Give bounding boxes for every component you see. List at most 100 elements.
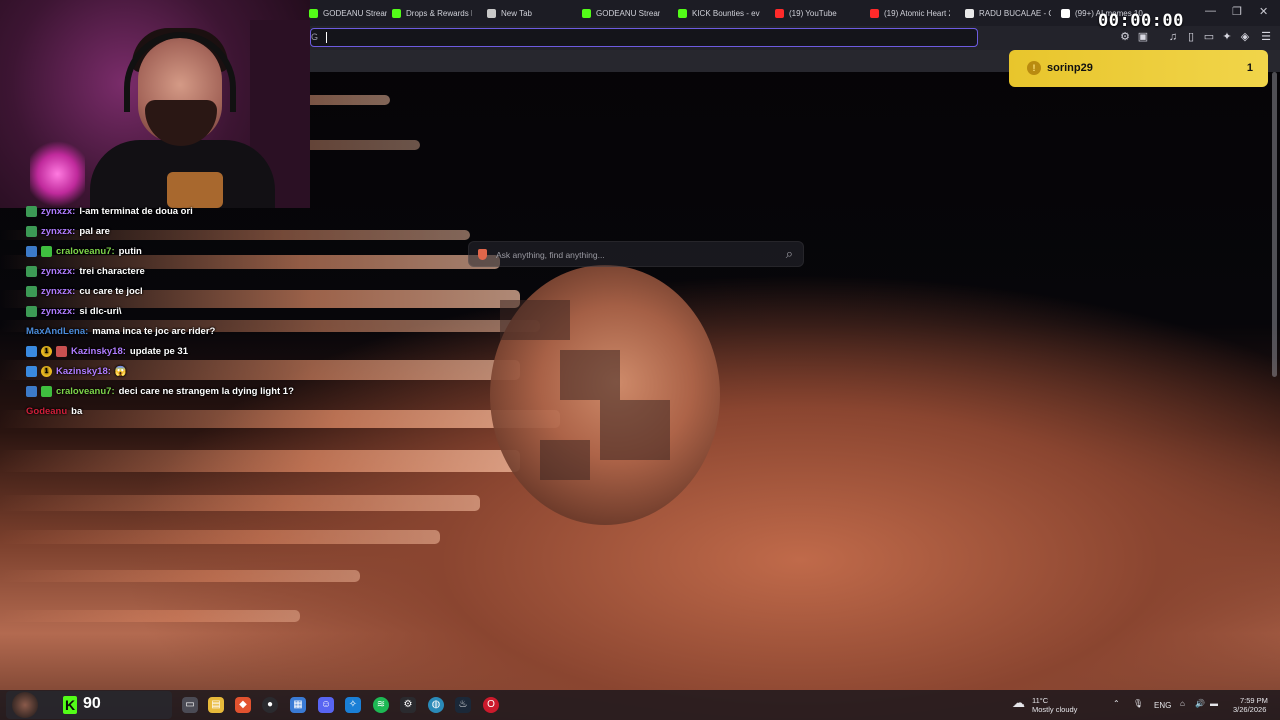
chat-message: zynxzx: cu care te jocl — [26, 281, 326, 301]
chat-text: ba — [71, 405, 83, 417]
chat-text: pal are — [79, 225, 110, 237]
volume-icon[interactable]: 🔊 — [1195, 699, 1205, 708]
youtube-icon — [775, 8, 784, 18]
chat-badge-icon — [26, 305, 37, 317]
viewer-alert-notification: ! sorinp29 1 — [1009, 50, 1268, 87]
brave-shield-icon — [487, 8, 496, 18]
leo-ai-icon[interactable]: ✦ — [1220, 30, 1234, 44]
file-explorer-icon[interactable]: ▤ — [208, 697, 224, 713]
chat-text: 😱 — [114, 365, 127, 377]
scrollbar[interactable] — [1272, 72, 1277, 377]
media-icon[interactable]: ♫ — [1166, 30, 1180, 44]
weather-temperature: 11°C — [1032, 696, 1049, 705]
chat-badge-icon — [41, 245, 52, 257]
chat-badge-icon — [26, 245, 37, 257]
screenshot-icon[interactable]: ▣ — [1136, 30, 1150, 44]
microphone-icon[interactable]: 🎙 — [1133, 699, 1143, 708]
browser-tab[interactable]: GODEANU Stream — [582, 0, 660, 26]
chat-badge-icon — [26, 285, 37, 297]
new-tab-search-box[interactable]: Ask anything, find anything... ⌕ — [468, 241, 804, 267]
chat-badge-icon: 1 — [41, 345, 52, 357]
extensions-icon[interactable]: ⚙ — [1118, 30, 1132, 44]
browser-tab[interactable]: Drops & Rewards I — [392, 0, 472, 26]
chevron-up-icon[interactable]: ⌃ — [1113, 699, 1120, 708]
weather-icon[interactable]: ☁ — [1012, 695, 1025, 711]
browser-tab[interactable]: KICK Bounties - eve — [678, 0, 760, 26]
chat-text: mama inca te joc arc rider? — [92, 325, 216, 337]
obs-icon[interactable]: ● — [262, 697, 278, 713]
chat-message: Godeanu ba — [26, 401, 326, 421]
chat-username[interactable]: zynxzx: — [41, 286, 75, 297]
youtube-icon — [870, 8, 879, 18]
tab-label: KICK Bounties - eve — [692, 8, 760, 18]
battlenet-icon[interactable]: ✧ — [345, 697, 361, 713]
tab-label: RADU BUCALAE - C — [979, 8, 1051, 18]
text-cursor — [326, 32, 327, 43]
network-icon[interactable]: ⌂ — [1180, 699, 1185, 708]
kick-icon — [678, 8, 687, 18]
chat-username[interactable]: Godeanu — [26, 406, 67, 417]
browser-tab[interactable]: (19) Atomic Heart 2 — [870, 0, 950, 26]
kick-icon — [309, 8, 318, 18]
chat-username[interactable]: Kazinsky18: — [71, 346, 126, 357]
chat-username[interactable]: zynxzx: — [41, 306, 75, 317]
chat-badge-icon — [26, 385, 37, 397]
clock-time[interactable]: 7:59 PM — [1240, 696, 1268, 705]
browser-tab[interactable]: GODEANU Stream — [309, 0, 387, 26]
chat-username[interactable]: zynxzx: — [41, 266, 75, 277]
chat-badge-icon — [26, 345, 37, 357]
chat-username[interactable]: Kazinsky18: — [56, 366, 111, 377]
chat-badge-icon — [26, 225, 37, 237]
store-icon[interactable]: ▦ — [290, 697, 306, 713]
vpn-icon[interactable]: ◍ — [428, 697, 444, 713]
chat-text: deci care ne strangem la dying light 1? — [118, 385, 294, 397]
chat-username[interactable]: zynxzx: — [41, 206, 75, 217]
wallet-icon[interactable]: ▭ — [1202, 30, 1216, 44]
browser-tab[interactable]: (19) YouTube — [775, 0, 849, 26]
tab-label: GODEANU Stream — [596, 8, 660, 18]
chat-overlay: zynxzx: l-am terminat de doua ori zynxzx: p… — [26, 201, 326, 421]
close-icon[interactable]: ✕ — [1259, 5, 1268, 18]
chat-message: zynxzx: l-am terminat de doua ori — [26, 201, 326, 221]
search-icon[interactable]: ⌕ — [786, 246, 793, 262]
webcam-overlay — [0, 0, 310, 208]
task-view-icon[interactable]: ▭ — [182, 697, 198, 713]
sidebar-icon[interactable]: ▯ — [1184, 30, 1198, 44]
opera-icon[interactable]: O — [483, 697, 499, 713]
steam-icon[interactable]: ♨ — [455, 697, 471, 713]
brave-browser-icon[interactable]: ◆ — [235, 697, 251, 713]
stream-timer: 00:00:00 — [1098, 11, 1184, 31]
minimize-icon[interactable]: — — [1205, 5, 1216, 17]
browser-tab[interactable]: New Tab — [487, 0, 559, 26]
chat-username[interactable]: craloveanu7: — [56, 386, 115, 397]
alert-count: 1 — [1246, 62, 1253, 74]
maximize-icon[interactable]: ❐ — [1232, 5, 1242, 18]
chat-badge-icon — [26, 365, 37, 377]
search-placeholder: Ask anything, find anything... — [496, 250, 605, 260]
tab-label: Drops & Rewards I — [406, 8, 472, 18]
chat-text: cu care te jocl — [79, 285, 143, 297]
vpn-shield-icon[interactable]: ◈ — [1238, 30, 1252, 44]
chat-text: trei charactere — [79, 265, 145, 277]
chat-text: update pe 31 — [129, 345, 188, 357]
kick-icon — [392, 8, 401, 18]
steelseries-icon[interactable]: ⚙ — [400, 697, 416, 713]
chat-username[interactable]: MaxAndLena: — [26, 326, 88, 337]
kick-icon — [582, 8, 591, 18]
chat-message: 1 Kazinsky18: update pe 31 — [26, 341, 326, 361]
battery-icon[interactable]: ▬ — [1210, 699, 1218, 708]
language-indicator[interactable]: ENG — [1154, 701, 1171, 710]
weather-description: Mostly cloudy — [1032, 705, 1078, 714]
discord-icon[interactable]: ☺ — [318, 697, 334, 713]
menu-icon[interactable]: ☰ — [1259, 30, 1273, 44]
viewer-count: 90 — [83, 695, 101, 712]
browser-tab[interactable]: RADU BUCALAE - C — [965, 0, 1051, 26]
address-bar[interactable]: G — [310, 28, 978, 47]
spotify-icon[interactable]: ≋ — [373, 697, 389, 713]
chat-username[interactable]: zynxzx: — [41, 226, 75, 237]
google-icon: G — [311, 32, 319, 42]
chat-username[interactable]: craloveanu7: — [56, 246, 115, 257]
chat-text: putin — [118, 245, 142, 257]
google-icon — [965, 8, 974, 18]
clock-date[interactable]: 3/26/2026 — [1233, 705, 1266, 714]
